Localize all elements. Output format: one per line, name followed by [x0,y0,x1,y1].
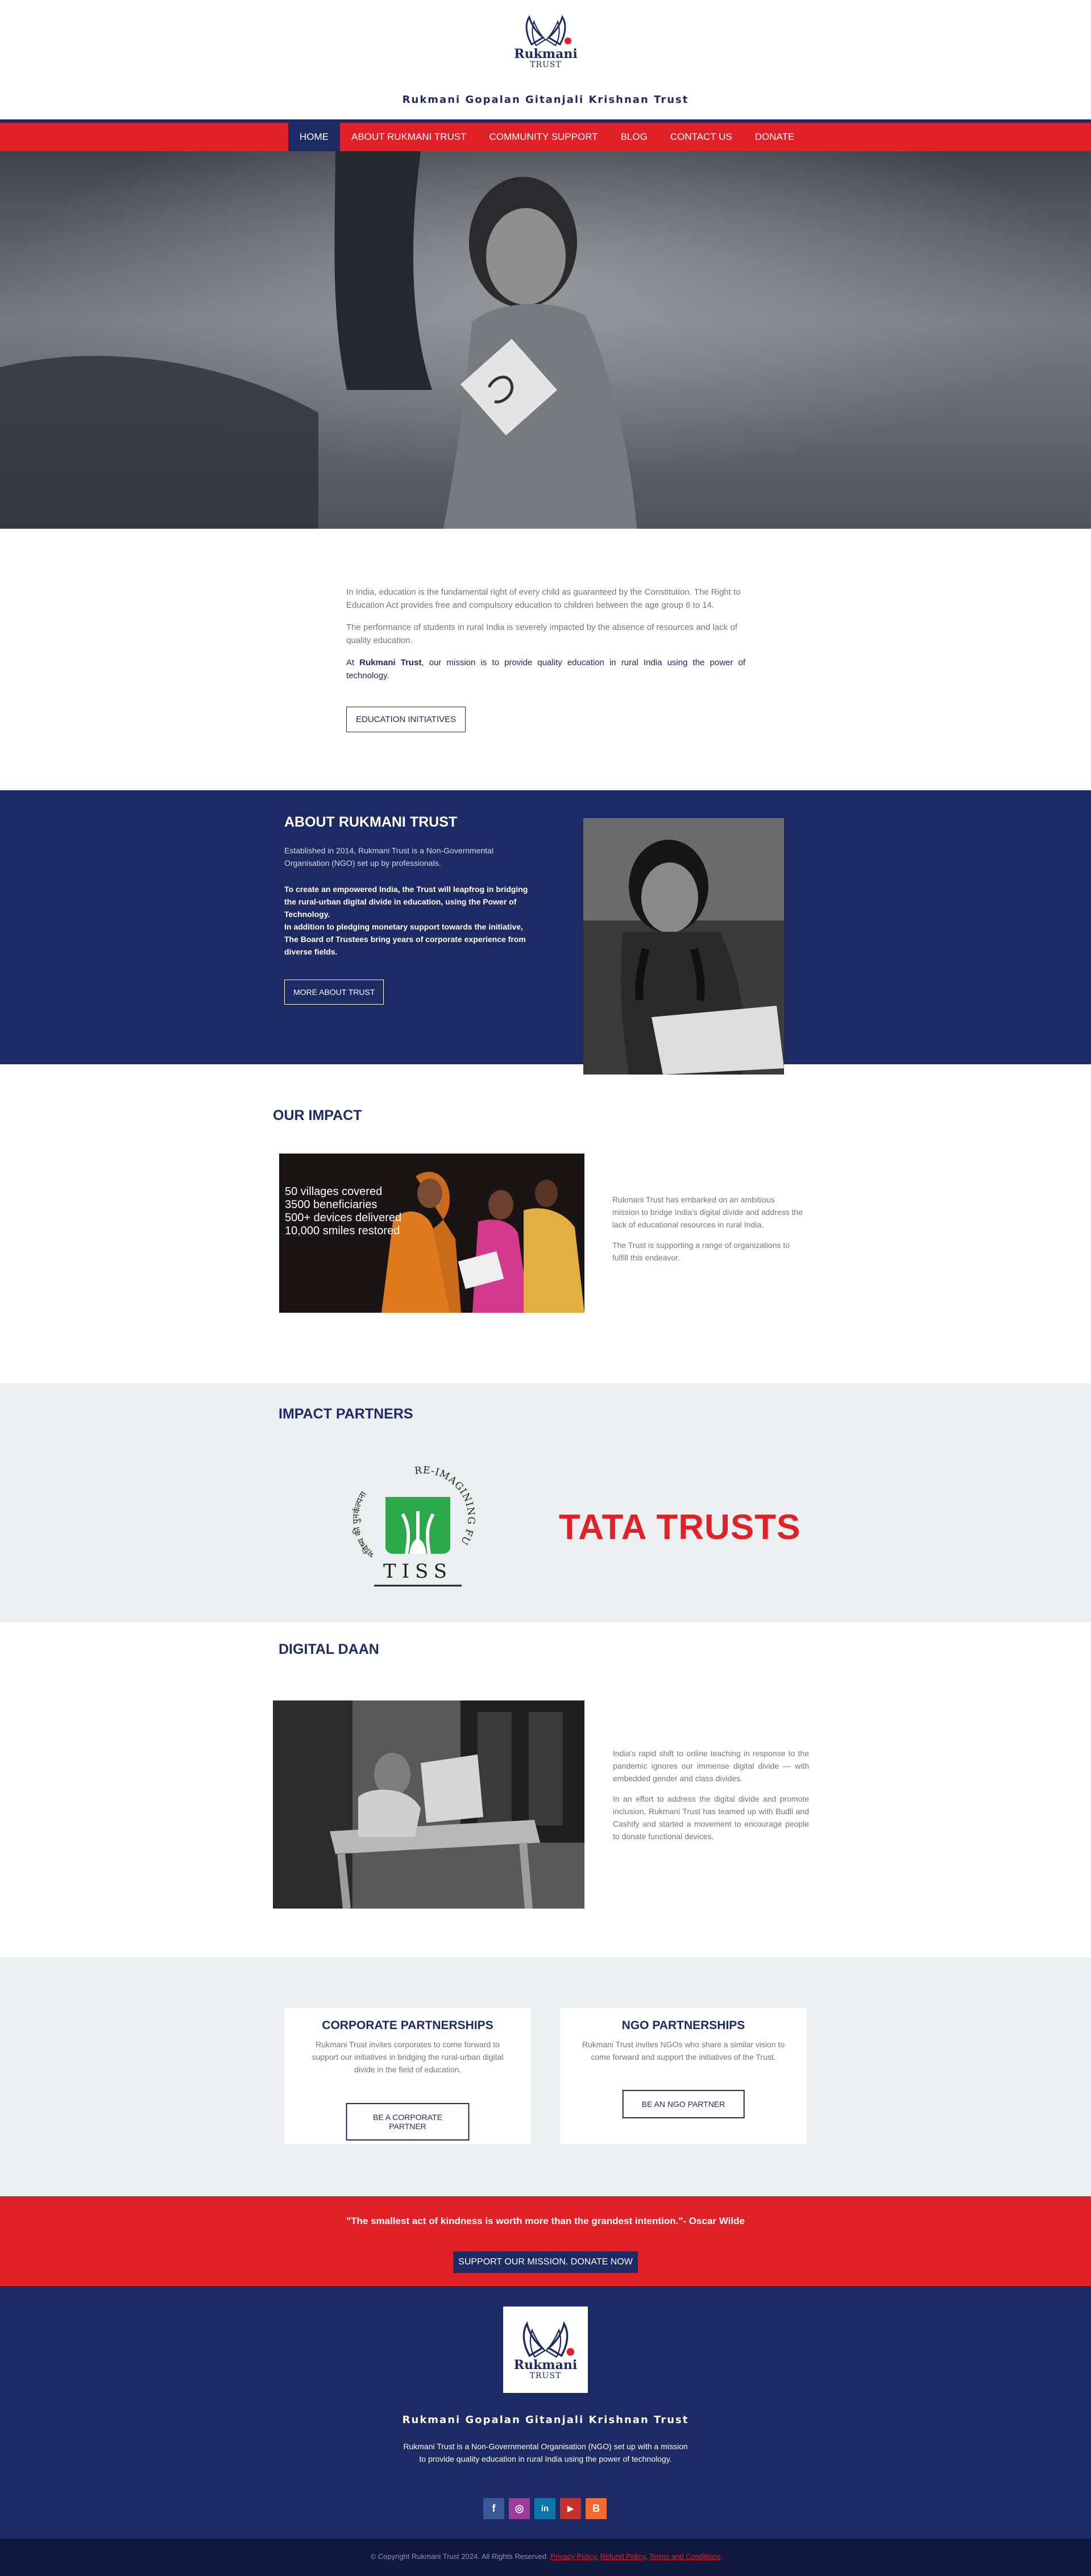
ngo-card-text: Rukmani Trust invites NGOs who share a s… [582,2040,785,2061]
education-initiatives-button[interactable]: EDUCATION INITIATIVES [346,707,466,732]
intro-paragraph-2: The performance of students in rural Ind… [346,623,737,645]
impact-stat: 10,000 smiles restored [285,1225,400,1237]
student-writing-photo [583,818,784,1075]
girl-with-book-photo [0,151,1091,529]
site-logo[interactable]: Rukmani TRUST [509,11,583,73]
impact-stat: 50 villages covered [285,1185,383,1198]
ngo-partnership-card: NGO PARTNERSHIPS Rukmani Trust invites N… [560,2007,807,2144]
ngo-partner-button[interactable]: BE AN NGO PARTNER [622,2090,745,2118]
footer-logo-word: Rukmani [513,2358,578,2372]
privacy-policy-link[interactable]: Privacy Policy [550,2552,596,2561]
tiss-tree-icon: RE-IMAGINING FUTURES भविष्य की पुनर्कल्प… [348,1449,476,1587]
digital-daan-title: DIGITAL DAAN [279,1641,379,1657]
digital-daan-text: India's rapid shift to online teaching i… [613,1747,809,1851]
impact-text: Rukmani Trust has embarked on an ambitio… [612,1193,803,1272]
copyright-text: © Copyright Rukmani Trust 2024. All Righ… [370,2552,549,2561]
about-title: ABOUT RUKMANI TRUST [284,814,458,830]
impact-stat: 3500 beneficiaries [285,1198,378,1211]
impact-stats: 50 villages covered 3500 beneficiaries 5… [285,1185,401,1238]
girls-with-laptop-photo [273,1700,584,1909]
impact-title: OUR IMPACT [273,1107,362,1123]
impact-paragraph-2: The Trust is supporting a range of organ… [612,1241,790,1262]
youtube-icon[interactable]: ▶ [560,2498,581,2519]
impact-paragraph-1: Rukmani Trust has embarked on an ambitio… [612,1195,803,1229]
nav-item-community-support[interactable]: COMMUNITY SUPPORT [478,123,609,151]
impact-stat: 500+ devices delivered [285,1212,402,1224]
intro-paragraph-1: In India, education is the fundamental r… [346,587,741,610]
partners-title: IMPACT PARTNERS [279,1406,413,1422]
donate-now-button[interactable]: SUPPORT OUR MISSION. DONATE NOW [453,2251,638,2273]
nav-item-home[interactable]: HOME [288,123,340,151]
nav-item-contact[interactable]: CONTACT US [659,123,744,151]
quote-text: "The smallest act of kindness is worth m… [346,2216,745,2226]
instagram-icon[interactable]: ◎ [509,2498,530,2519]
copyright-line: © Copyright Rukmani Trust 2024. All Righ… [370,2552,721,2561]
impact-photo: 50 villages covered 3500 beneficiaries 5… [279,1154,584,1313]
mission-statement: At Rukmani Trust, our mission is to prov… [346,656,745,682]
tiss-hindi-text: भविष्य की पुनर्कल्पना [351,1489,377,1559]
footer-title: Rukmani Gopalan Gitanjali Krishnan Trust [402,2414,689,2426]
intro-section: In India, education is the fundamental r… [346,586,745,732]
hands-logo-icon [525,15,571,47]
social-links: f ◎ in ▶ B [483,2498,611,2519]
corporate-card-title: CORPORATE PARTNERSHIPS [322,2019,493,2032]
digital-daan-paragraph-1: India's rapid shift to online teaching i… [613,1749,809,1783]
main-nav: HOME ABOUT RUKMANI TRUST COMMUNITY SUPPO… [0,119,1091,151]
about-lead-2: In addition to pledging monetary support… [284,922,526,956]
tiss-wordmark: TISS [383,1560,453,1583]
terms-link[interactable]: Terms and Conditions [649,2552,721,2561]
nav-item-donate[interactable]: DONATE [744,123,806,151]
linkedin-icon[interactable]: in [534,2498,555,2519]
site-title: Rukmani Gopalan Gitanjali Krishnan Trust [402,94,689,106]
footer-logo-sub: TRUST [529,2371,562,2380]
svg-text:भविष्य की पुनर्कल्पना: भविष्य की पुनर्कल्पना [352,1489,377,1559]
facebook-icon[interactable]: f [483,2498,504,2519]
mission-trust-name: Rukmani Trust [359,658,422,667]
more-about-trust-button[interactable]: MORE ABOUT TRUST [284,980,384,1005]
digital-daan-paragraph-2: In an effort to address the digital divi… [613,1794,809,1841]
nav-item-blog[interactable]: BLOG [609,123,659,151]
about-established: Established in 2014, Rukmani Trust is a … [284,846,494,868]
site-header: Rukmani TRUST Rukmani Gopalan Gitanjali … [0,0,1091,119]
tata-trusts-logo[interactable]: TATA TRUSTS [559,1507,800,1548]
about-section: ABOUT RUKMANI TRUST Established in 2014,… [0,790,1091,1075]
blogger-icon[interactable]: B [586,2498,607,2519]
corporate-partner-button[interactable]: BE A CORPORATE PARTNER [346,2103,470,2141]
partnerships-section: CORPORATE PARTNERSHIPS Rukmani Trust inv… [0,1957,1091,2196]
ngo-card-title: NGO PARTNERSHIPS [621,2019,745,2032]
impact-partners-section: IMPACT PARTNERS RE-IMAGINING FUTURES भवि… [0,1383,1091,1622]
hero-image [0,151,1091,529]
logo-sub: TRUST [530,60,562,69]
corporate-card-text: Rukmani Trust invites corporates to come… [312,2040,504,2074]
corporate-partnership-card: CORPORATE PARTNERSHIPS Rukmani Trust inv… [284,2007,531,2144]
copyright-bar: © Copyright Rukmani Trust 2024. All Righ… [0,2538,1091,2576]
logo-word: Rukmani [514,47,578,61]
mission-prefix: At [346,658,360,667]
tiss-logo[interactable]: RE-IMAGINING FUTURES भविष्य की पुनर्कल्प… [348,1449,489,1594]
refund-policy-link[interactable]: Refund Policy [600,2552,645,2561]
footer-logo[interactable]: Rukmani TRUST [503,2307,588,2393]
about-lead: To create an empowered India, the Trust … [284,883,534,958]
site-footer: Rukmani TRUST Rukmani Gopalan Gitanjali … [0,2286,1091,2538]
footer-description: Rukmani Trust is a Non-Governmental Orga… [403,2442,688,2463]
quote-banner: "The smallest act of kindness is worth m… [0,2196,1091,2286]
about-lead-1: To create an empowered India, the Trust … [284,885,528,919]
hands-logo-icon [522,2321,575,2358]
nav-item-about[interactable]: ABOUT RUKMANI TRUST [340,123,478,151]
